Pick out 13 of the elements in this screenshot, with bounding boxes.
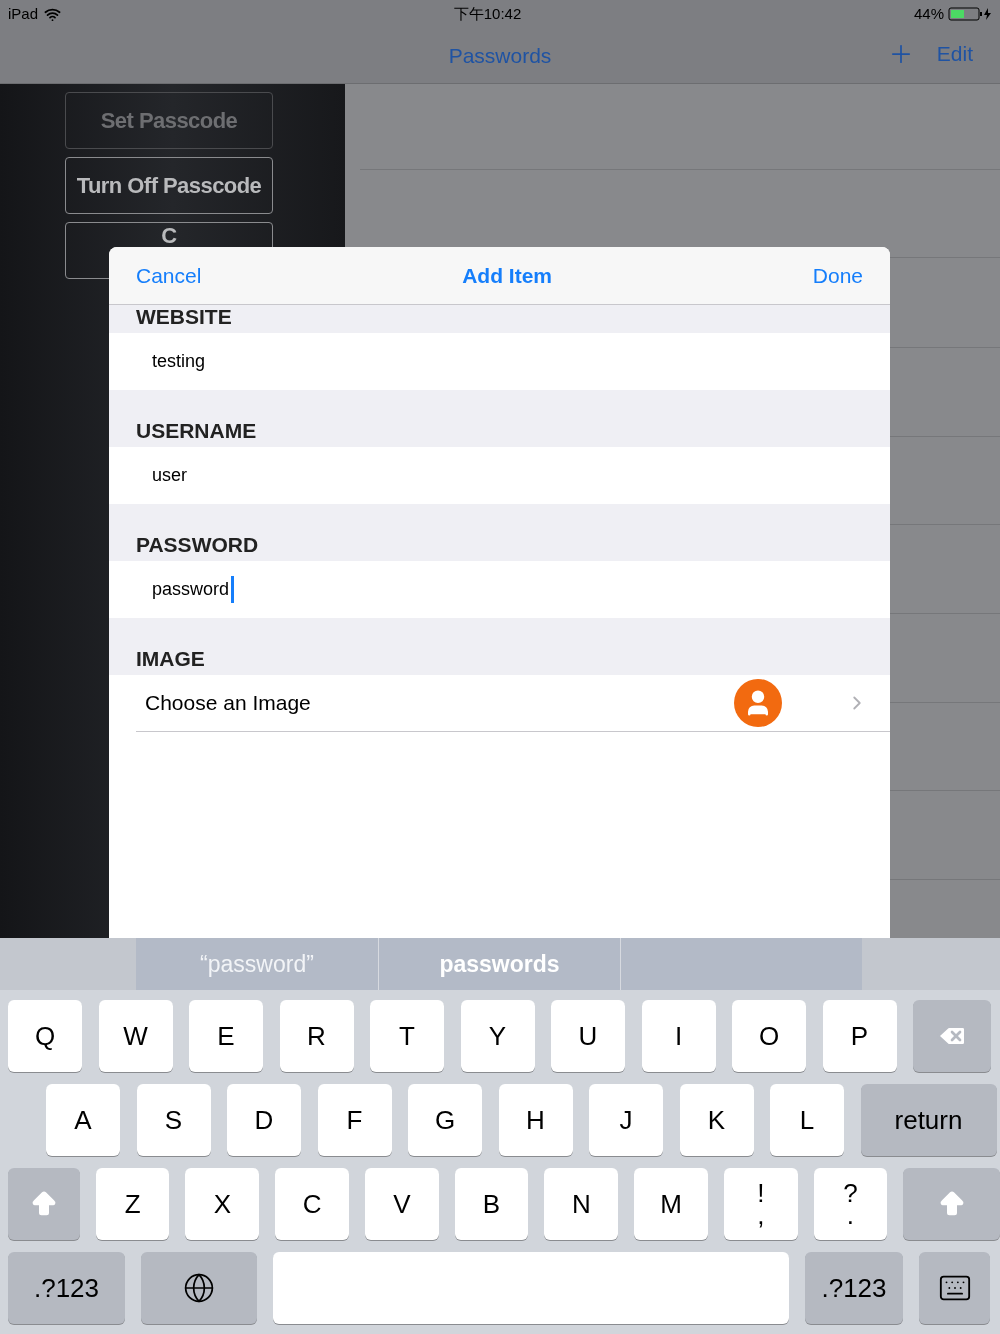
dialog-title: Add Item [462,262,552,289]
status-time: 下午10:42 [453,3,522,24]
battery-percent: 44% [913,3,944,24]
section-header: PASSWORD [136,531,259,558]
nav-title: Passwords [448,42,552,69]
section-header: WEBSITE [136,303,232,330]
key-symbol: ? [843,1182,858,1204]
key-symbol: . [846,1204,855,1226]
key-symbol: , [757,1204,765,1226]
section-header: IMAGE [136,645,205,672]
device-name: iPad [8,3,39,24]
section-header: USERNAME [136,417,257,444]
key-symbol: ! [757,1182,765,1204]
